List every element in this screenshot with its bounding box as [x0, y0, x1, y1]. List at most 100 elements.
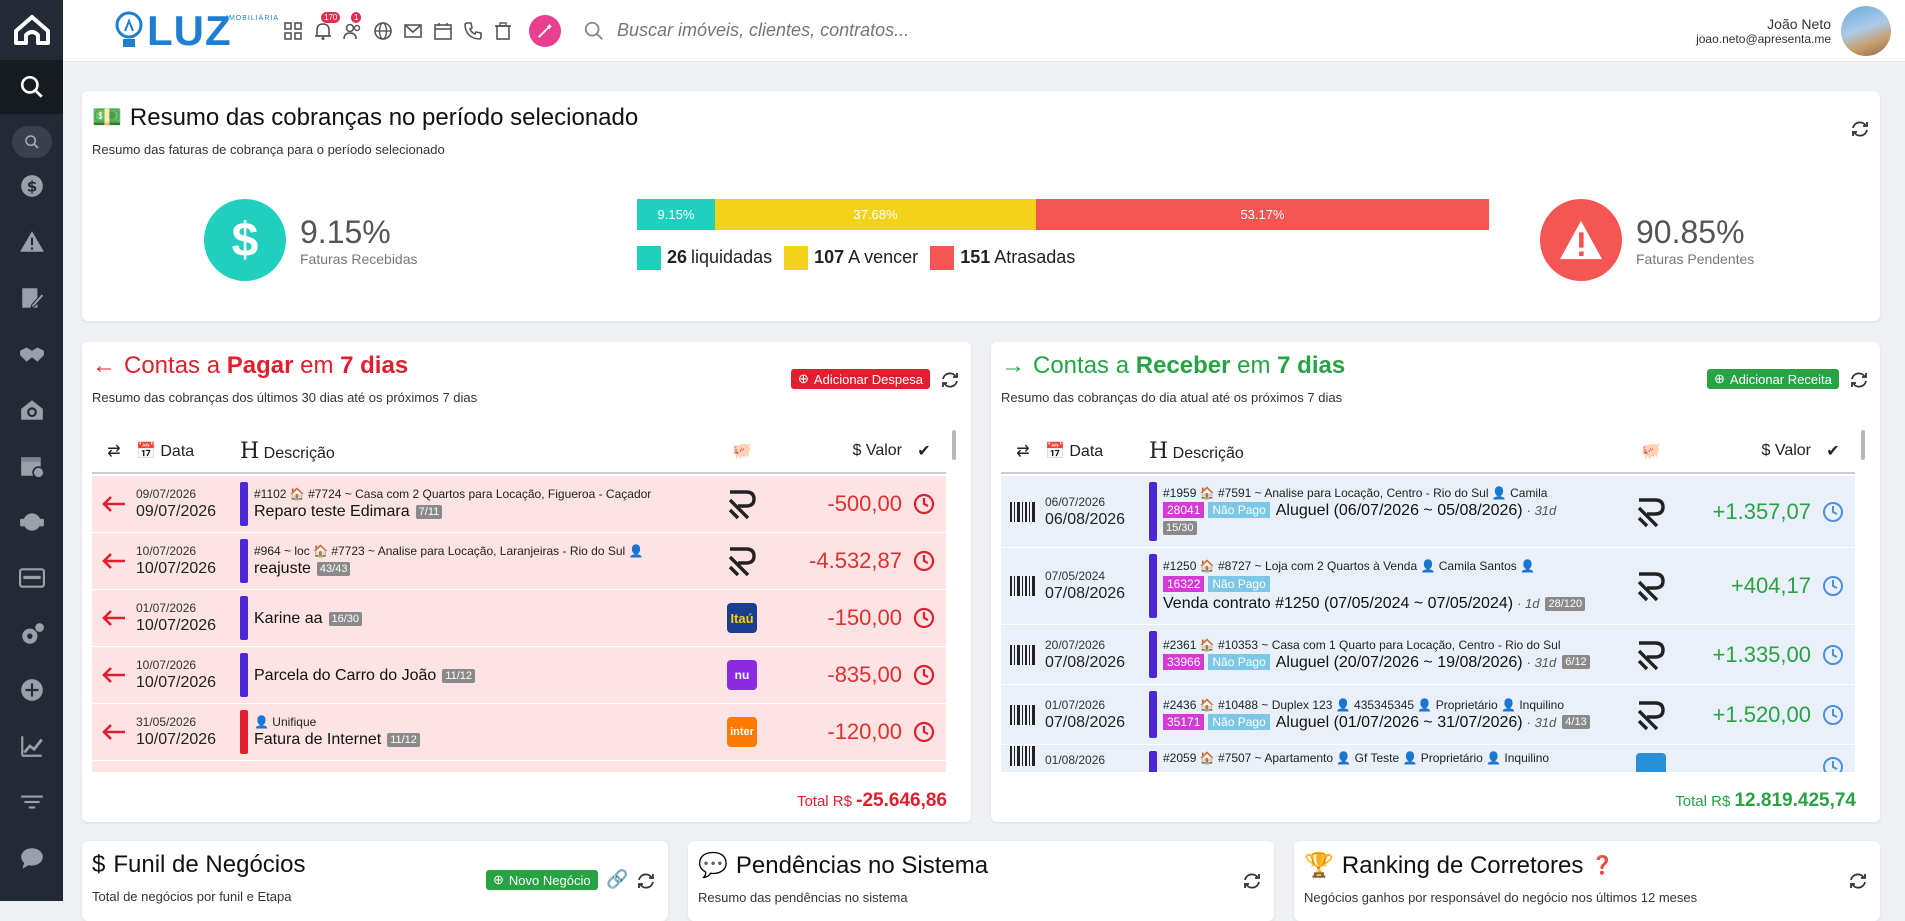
clock-icon[interactable] [1811, 643, 1855, 667]
rec-col-date[interactable]: 📅 Data [1045, 441, 1149, 461]
arrow-left-icon[interactable] [92, 665, 136, 685]
barcode-icon[interactable] [1001, 704, 1045, 726]
rec-refresh-icon[interactable] [1849, 370, 1869, 390]
table-row[interactable]: 09/07/2026 09/07/2026 #1102 🏠 #7724 ~ Casa… [92, 476, 946, 533]
swap-icon[interactable]: ⇄ [92, 441, 136, 461]
table-row[interactable]: 20/07/2026 07/08/2026 #2361 🏠 #10353 ~ Cas… [1001, 625, 1855, 685]
table-row[interactable]: 07/05/2024 07/08/2026 #1250 🏠 #8727 ~ Loja… [1001, 548, 1855, 625]
sidebar-listing-icon[interactable] [0, 550, 63, 606]
sidebar-calendar-icon[interactable] [0, 438, 63, 494]
arrow-left-icon[interactable] [92, 551, 136, 571]
pay-scrollbar[interactable] [952, 430, 956, 460]
row-value: +1.357,07 [1712, 498, 1811, 524]
table-row[interactable]: 10/07/2026 10/07/2026 #964 ~ loc 🏠 #7723 ~… [92, 533, 946, 590]
user-email: joao.neto@apresenta.me [1696, 32, 1831, 46]
clock-icon[interactable] [902, 663, 946, 687]
swap-icon[interactable]: ⇄ [1001, 441, 1045, 461]
clock-icon[interactable] [902, 606, 946, 630]
row-dates: 01/07/2026 07/08/2026 [1045, 698, 1149, 732]
sidebar-handshake-icon[interactable] [0, 326, 63, 382]
row-value: +1.520,00 [1712, 701, 1811, 727]
bank-badge: inter [727, 717, 757, 747]
table-row[interactable]: 01/07/2026 10/07/2026 Karine aa 16/30 Itaú -1… [92, 590, 946, 647]
funnel-refresh-icon[interactable] [636, 871, 656, 891]
rec-title-c: em [1237, 352, 1271, 379]
sidebar-alert-icon[interactable] [0, 214, 63, 270]
pay-refresh-icon[interactable] [940, 370, 960, 390]
magic-assistant-icon[interactable] [529, 14, 561, 47]
pay-col-value[interactable]: $ Valor [772, 442, 902, 460]
link-icon[interactable]: 🔗 [606, 869, 628, 890]
globe-icon[interactable] [373, 21, 393, 41]
legend-count: 26 [667, 246, 688, 267]
summary-refresh-icon[interactable] [1850, 119, 1870, 139]
check-icon[interactable]: ✔ [1811, 441, 1855, 461]
user-menu[interactable]: João Neto joao.neto@apresenta.me [1696, 0, 1891, 62]
clock-icon[interactable] [1811, 755, 1855, 772]
sidebar-property-search-icon[interactable] [0, 382, 63, 438]
clock-icon[interactable] [1811, 500, 1855, 524]
status-bar: 9.15% 37.68% 53.17% [637, 199, 1489, 230]
clock-icon[interactable] [902, 549, 946, 573]
grid-icon[interactable] [283, 21, 303, 41]
check-icon[interactable]: ✔ [902, 441, 946, 461]
money-icon: 💵 [92, 104, 122, 131]
bell-icon[interactable]: 170 [313, 11, 341, 41]
sidebar-chart-icon[interactable] [0, 718, 63, 774]
category-bar [240, 596, 248, 640]
sidebar-filter-icon[interactable] [0, 774, 63, 830]
new-deal-button[interactable]: ⊕ Novo Negócio [486, 870, 598, 890]
barcode-icon[interactable] [1001, 644, 1045, 666]
clock-icon[interactable] [902, 720, 946, 744]
table-row[interactable]: 31/05/2026 10/07/2026 👤 Unifique Fatura de … [92, 704, 946, 761]
table-row[interactable]: 01/07/2026 07/08/2026 #2436 🏠 #10488 ~ Dup… [1001, 685, 1855, 745]
table-row[interactable]: 01/08/2026 #2059 🏠 #7507 ~ Apartamento 👤 … [1001, 745, 1855, 772]
rec-title-a: Contas a [1033, 352, 1130, 379]
legend-count: 107 [814, 246, 845, 267]
table-row[interactable] [92, 761, 946, 772]
sidebar-finance-icon[interactable]: $ [0, 158, 63, 214]
bank-logo [1621, 753, 1681, 772]
sidebar-add-icon[interactable] [0, 662, 63, 718]
add-expense-button[interactable]: ⊕ Adicionar Despesa [791, 369, 931, 389]
users-icon[interactable]: 1 [343, 11, 363, 41]
arrow-left-icon[interactable] [92, 608, 136, 628]
row-issue-date: 10/07/2026 [136, 544, 197, 558]
search-input[interactable] [617, 20, 1037, 41]
help-icon[interactable]: ❓ [1591, 855, 1613, 876]
sidebar-settings-icon[interactable] [0, 606, 63, 662]
sidebar-support-icon[interactable] [0, 494, 63, 550]
bank-logo [1621, 699, 1681, 731]
arrow-left-icon[interactable] [92, 722, 136, 742]
pending-refresh-icon[interactable] [1242, 871, 1262, 891]
pay-col-date[interactable]: 📅 Data [136, 441, 240, 461]
sidebar-chat-icon[interactable] [0, 830, 63, 886]
sidebar-search-icon[interactable] [0, 60, 63, 114]
rec-col-desc[interactable]: H Descrição [1149, 439, 1621, 464]
barcode-icon[interactable] [1001, 575, 1045, 597]
brand-name: LUZ [147, 6, 232, 54]
pay-col-desc[interactable]: H Descrição [240, 439, 712, 464]
clock-icon[interactable] [1811, 574, 1855, 598]
barcode-icon[interactable] [1001, 745, 1045, 767]
barcode-icon[interactable] [1001, 501, 1045, 523]
trash-icon[interactable] [493, 21, 513, 41]
rec-col-value[interactable]: $ Valor [1681, 442, 1811, 460]
add-income-button[interactable]: ⊕ Adicionar Receita [1707, 369, 1839, 389]
table-row[interactable]: 10/07/2026 10/07/2026 Parcela do Carro do … [92, 647, 946, 704]
brand-logo[interactable]: LUZ IMOBILIÁRIA [63, 6, 278, 55]
avatar[interactable] [1841, 6, 1891, 56]
rec-scrollbar[interactable] [1861, 430, 1865, 460]
calendar-icon[interactable] [433, 21, 453, 41]
clock-icon[interactable] [902, 492, 946, 516]
phone-icon[interactable] [463, 21, 483, 41]
mail-icon[interactable] [403, 21, 423, 41]
sidebar-filter-search-icon[interactable] [11, 126, 52, 158]
table-row[interactable]: 06/07/2026 06/08/2026 #1959 🏠 #7591 ~ Anal… [1001, 476, 1855, 548]
clock-icon[interactable] [1811, 703, 1855, 727]
sidebar: $ [0, 0, 63, 901]
home-logo-icon[interactable] [0, 0, 63, 60]
arrow-left-icon[interactable] [92, 494, 136, 514]
sidebar-contract-icon[interactable] [0, 270, 63, 326]
ranking-refresh-icon[interactable] [1848, 871, 1868, 891]
